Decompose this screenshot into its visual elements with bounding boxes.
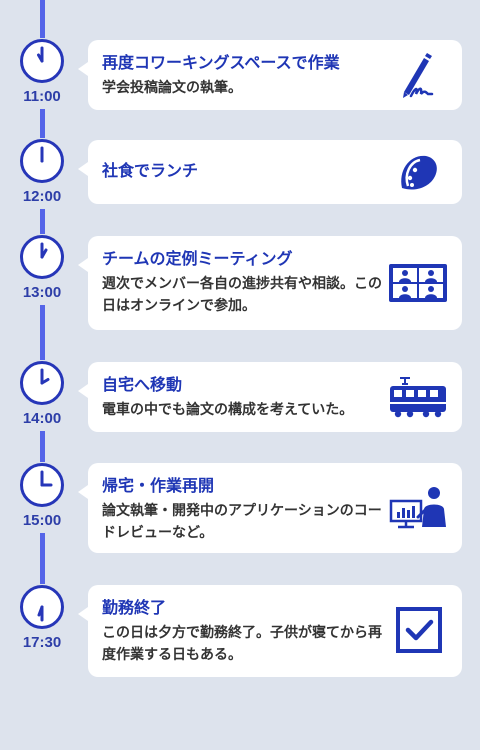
clock: 11:00	[19, 38, 65, 109]
clock: 12:00	[19, 138, 65, 209]
card-description: 電車の中でも論文の構成を考えていた。	[102, 402, 354, 418]
timeline-card: 再度コワーキングスペースで作業 学会投稿論文の執筆。	[78, 40, 462, 110]
time-label: 11:00	[23, 88, 61, 105]
time-label: 13:00	[22, 284, 62, 301]
card-description: 論文執筆・開発中のアプリケーションのコードレビューなど。	[102, 503, 382, 541]
timeline-card: チームの定例ミーティング 週次でメンバー各自の進捗共有や相談。この日はオンライン…	[78, 236, 462, 330]
train-icon	[390, 377, 446, 418]
clock: 13:00	[19, 234, 65, 305]
clock-icon	[20, 585, 64, 629]
clock-icon	[20, 463, 64, 507]
clock-icon	[20, 361, 64, 405]
presentation-user-icon	[389, 487, 446, 529]
clock: 17:30	[19, 584, 65, 655]
card-description: 学会投稿論文の執筆。	[102, 80, 242, 96]
clock-icon	[20, 139, 64, 183]
checkbox-checked-icon	[396, 607, 442, 653]
time-label: 12:00	[22, 188, 62, 205]
clock-icon	[20, 39, 64, 83]
clock: 14:00	[19, 360, 65, 431]
pen-signature-icon	[403, 53, 434, 98]
time-label: 17:30	[22, 634, 62, 651]
time-label: 15:00	[22, 512, 62, 529]
clock: 15:00	[19, 462, 65, 533]
card-description: この日は夕方で勤務終了。子供が寝てから再度作業する日もある。	[102, 625, 382, 663]
timeline-card: 帰宅・作業再開 論文執筆・開発中のアプリケーションのコードレビューなど。	[78, 463, 462, 553]
timeline-card: 社食でランチ	[78, 140, 462, 204]
clock-icon	[20, 235, 64, 279]
timeline-card: 勤務終了 この日は夕方で勤務終了。子供が寝てから再度作業する日もある。	[78, 585, 462, 677]
card-description: 週次でメンバー各自の進捗共有や相談。この日はオンラインで参加。	[102, 276, 382, 314]
taco-icon	[401, 155, 437, 190]
time-label: 14:00	[22, 410, 62, 427]
video-conference-icon	[389, 264, 447, 302]
timeline-card: 自宅へ移動 電車の中でも論文の構成を考えていた。	[78, 362, 462, 432]
